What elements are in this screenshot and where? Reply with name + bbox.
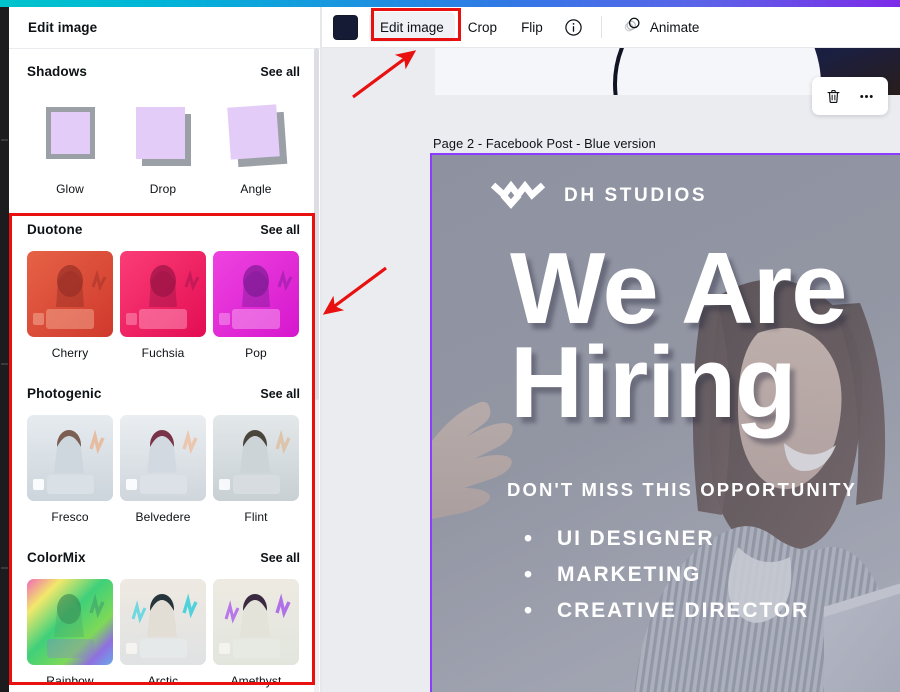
filter-preview-amethyst (213, 579, 299, 665)
filter-label-flint: Flint (244, 510, 268, 524)
filter-preview-pop (213, 251, 299, 337)
filter-option-belvedere[interactable]: Belvedere (120, 415, 206, 524)
glow-preview (27, 93, 113, 173)
section-header-photogenic: Photogenic See all (27, 386, 304, 401)
filter-option-fuchsia[interactable]: Fuchsia (120, 251, 206, 360)
filter-label-cherry: Cherry (51, 346, 89, 360)
panel-scrollbar-thumb[interactable] (314, 48, 319, 400)
edit-image-panel: Edit image Shadows See all Glow Drop Ang… (9, 7, 320, 692)
thumb-row-duotone: Cherry Fuchsia Pop (27, 251, 304, 360)
filter-option-arctic[interactable]: Arctic (120, 579, 206, 688)
design-roles-list: UI DESIGNER MARKETING CREATIVE DIRECTOR (524, 525, 809, 635)
toolbar-divider (600, 16, 602, 38)
brand-lockup: DH STUDIOS (490, 177, 708, 214)
shadow-option-drop[interactable]: Drop (120, 93, 206, 196)
filter-preview-cherry (27, 251, 113, 337)
filter-preview-fuchsia (120, 251, 206, 337)
filter-label-rainbow: Rainbow (46, 674, 94, 688)
section-title-shadows: Shadows (27, 64, 87, 79)
filter-option-amethyst[interactable]: Amethyst (213, 579, 299, 688)
filter-label-fresco: Fresco (51, 510, 89, 524)
section-shadows: Shadows See all Glow Drop Angle (9, 50, 320, 206)
see-all-photogenic[interactable]: See all (260, 387, 300, 401)
section-title-photogenic: Photogenic (27, 386, 102, 401)
filter-preview-belvedere (120, 415, 206, 501)
filter-preview-flint (213, 415, 299, 501)
filter-option-cherry[interactable]: Cherry (27, 251, 113, 360)
see-all-colormix[interactable]: See all (260, 551, 300, 565)
crop-button[interactable]: Crop (457, 12, 508, 42)
drop-preview (120, 93, 206, 173)
canva-editor-window: Edit image Shadows See all Glow Drop Ang… (0, 0, 900, 692)
list-item: MARKETING (524, 561, 809, 588)
filter-label-fuchsia: Fuchsia (141, 346, 185, 360)
filter-option-pop[interactable]: Pop (213, 251, 299, 360)
thumb-row-shadows: Glow Drop Angle (27, 93, 304, 196)
section-header-shadows: Shadows See all (27, 64, 304, 79)
section-photogenic: Photogenic See all Fresco Belvedere Flin… (9, 370, 320, 534)
design-page-canvas[interactable]: DH STUDIOS We Are Hiring DON'T MISS THIS… (430, 153, 900, 692)
design-headline: We Are Hiring (510, 239, 900, 439)
section-header-duotone: Duotone See all (27, 222, 304, 237)
ellipsis-icon[interactable] (851, 81, 882, 112)
prev-page-swoosh-mask (621, 48, 821, 95)
shadow-option-glow[interactable]: Glow (27, 93, 113, 196)
see-all-duotone[interactable]: See all (260, 223, 300, 237)
panel-divider (320, 7, 322, 692)
brand-name: DH STUDIOS (564, 184, 708, 206)
filter-option-flint[interactable]: Flint (213, 415, 299, 524)
section-title-duotone: Duotone (27, 222, 83, 237)
animate-button[interactable]: Animate (613, 12, 710, 42)
design-subheadline: DON'T MISS THIS OPPORTUNITY (507, 479, 857, 500)
list-item: UI DESIGNER (524, 525, 809, 552)
filter-preview-fresco (27, 415, 113, 501)
animate-label: Animate (649, 19, 700, 35)
info-icon[interactable] (559, 12, 589, 42)
design-inner: DH STUDIOS We Are Hiring DON'T MISS THIS… (432, 155, 900, 692)
page-label: Page 2 - Facebook Post - Blue version (433, 136, 656, 151)
shadow-option-angle[interactable]: Angle (213, 93, 299, 196)
filter-label-pop: Pop (245, 346, 267, 360)
section-header-colormix: ColorMix See all (27, 550, 304, 565)
top-accent-strip (0, 0, 900, 7)
shadow-label-drop: Drop (149, 182, 177, 196)
trash-icon[interactable] (818, 81, 849, 112)
list-item: CREATIVE DIRECTOR (524, 597, 809, 624)
section-title-colormix: ColorMix (27, 550, 86, 565)
section-duotone: Duotone See all Cherry Fuchsia Pop (9, 206, 320, 370)
filter-label-belvedere: Belvedere (135, 510, 191, 524)
filter-label-amethyst: Amethyst (230, 674, 282, 688)
panel-header: Edit image (9, 7, 320, 49)
animate-icon (623, 15, 642, 39)
left-app-rail[interactable] (0, 7, 9, 692)
edit-image-button[interactable]: Edit image (369, 12, 455, 42)
filter-option-fresco[interactable]: Fresco (27, 415, 113, 524)
canvas-scroll-area[interactable]: Page 2 - Facebook Post - Blue version DH… (322, 48, 900, 692)
panel-title: Edit image (28, 20, 98, 35)
image-toolbar: Edit image Crop Flip Animate (322, 7, 900, 48)
editor-main: Edit image Crop Flip Animate Page 2 - Fa… (322, 7, 900, 692)
angle-preview (213, 93, 299, 173)
section-colormix: ColorMix See all Rainbow Arctic Amethyst (9, 534, 320, 692)
shadow-label-angle: Angle (240, 182, 272, 196)
filter-option-rainbow[interactable]: Rainbow (27, 579, 113, 688)
thumb-row-photogenic: Fresco Belvedere Flint (27, 415, 304, 524)
page-floating-toolbar (812, 77, 888, 115)
filter-label-arctic: Arctic (147, 674, 179, 688)
zigzag-logo-icon (490, 177, 547, 214)
panel-scrollbar[interactable] (314, 48, 319, 692)
shadow-label-glow: Glow (56, 182, 84, 196)
see-all-shadows[interactable]: See all (260, 65, 300, 79)
color-swatch-button[interactable] (333, 14, 358, 40)
thumb-row-colormix: Rainbow Arctic Amethyst (27, 579, 304, 688)
filter-preview-arctic (120, 579, 206, 665)
flip-button[interactable]: Flip (510, 12, 554, 42)
headline-line-2: Hiring (510, 326, 797, 439)
filter-preview-rainbow (27, 579, 113, 665)
panel-body[interactable]: Shadows See all Glow Drop Angle Duotone … (9, 50, 320, 692)
